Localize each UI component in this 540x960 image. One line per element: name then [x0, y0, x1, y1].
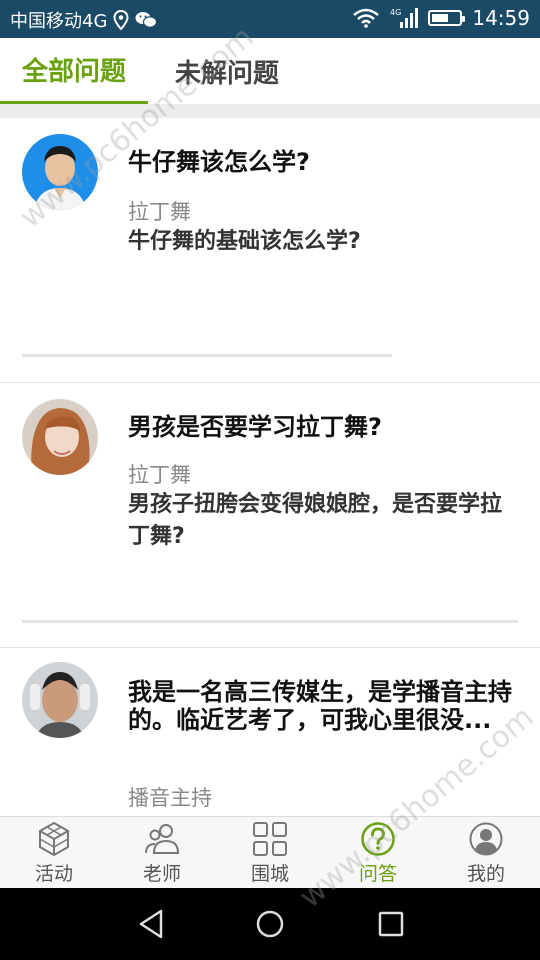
wechat-icon — [135, 12, 158, 28]
question-category: 播音主持 — [128, 786, 212, 810]
battery-fill — [432, 14, 449, 22]
nav-label: 老师 — [142, 863, 181, 885]
question-tabs: 全部问题 未解问题 — [0, 38, 540, 104]
status-right: 4G 14:59 — [352, 6, 530, 30]
avatar[interactable] — [22, 399, 98, 475]
question-item[interactable]: 牛仔舞该怎么学? 拉丁舞 牛仔舞的基础该怎么学? — [0, 118, 540, 383]
people-icon — [145, 824, 180, 854]
recents-icon[interactable] — [373, 906, 409, 942]
question-category: 拉丁舞 — [128, 463, 191, 487]
nav-label: 我的 — [466, 863, 505, 885]
nav-teacher[interactable]: 老师 — [108, 817, 216, 889]
nav-qa[interactable]: 问答 — [324, 817, 432, 889]
question-icon — [361, 822, 395, 856]
avatar[interactable] — [22, 134, 98, 210]
cube-icon — [39, 821, 69, 857]
network-label: 4G — [390, 8, 401, 17]
avatar[interactable] — [22, 662, 98, 738]
question-title: 牛仔舞该怎么学? — [128, 148, 310, 176]
nav-circle[interactable]: 围城 — [216, 817, 324, 889]
back-icon[interactable] — [133, 906, 169, 942]
question-description: 男孩子扭胯会变得娘娘腔，是否要学拉丁舞? — [128, 492, 503, 549]
clock: 14:59 — [472, 6, 530, 30]
question-category: 拉丁舞 — [128, 200, 191, 224]
item-separator — [22, 620, 518, 623]
avatar-image — [22, 399, 98, 475]
nav-label: 活动 — [34, 863, 73, 885]
carrier-label: 中国移动4G — [10, 11, 108, 32]
nav-activity[interactable]: 活动 — [0, 817, 108, 889]
question-item[interactable]: 我是一名高三传媒生，是学播音主持的。临近艺考了，可我心里很没... 播音主持 — [0, 648, 540, 816]
question-description: 牛仔舞的基础该怎么学? — [128, 229, 361, 254]
location-icon — [113, 10, 129, 30]
grid-icon — [253, 822, 287, 856]
nav-label: 围城 — [250, 863, 289, 885]
nav-label: 问答 — [358, 863, 397, 885]
tabs-divider — [0, 104, 540, 118]
status-left: 中国移动4G — [10, 7, 158, 33]
profile-icon — [469, 822, 503, 856]
question-title: 我是一名高三传媒生，是学播音主持的。临近艺考了，可我心里很没... — [128, 678, 512, 734]
avatar-image — [22, 134, 98, 210]
nav-mine[interactable]: 我的 — [432, 817, 540, 889]
battery-icon — [428, 10, 466, 26]
status-bar: 中国移动4G 4G 14:59 — [0, 0, 540, 38]
question-list[interactable]: 牛仔舞该怎么学? 拉丁舞 牛仔舞的基础该怎么学? 男孩是否要学习拉丁舞? 拉丁舞… — [0, 118, 540, 816]
tab-unsolved-questions[interactable]: 未解问题 — [152, 38, 302, 104]
item-separator — [22, 354, 392, 357]
avatar-image — [22, 662, 98, 738]
question-title: 男孩是否要学习拉丁舞? — [128, 413, 382, 441]
android-nav-bar — [0, 888, 540, 960]
question-item[interactable]: 男孩是否要学习拉丁舞? 拉丁舞 男孩子扭胯会变得娘娘腔，是否要学拉丁舞? — [0, 383, 540, 648]
signal-icon: 4G — [390, 8, 419, 28]
tab-all-questions[interactable]: 全部问题 — [0, 38, 148, 104]
home-icon[interactable] — [252, 906, 288, 942]
bottom-nav: 活动 老师 围城 问答 我的 — [0, 816, 540, 888]
wifi-icon — [353, 8, 380, 28]
